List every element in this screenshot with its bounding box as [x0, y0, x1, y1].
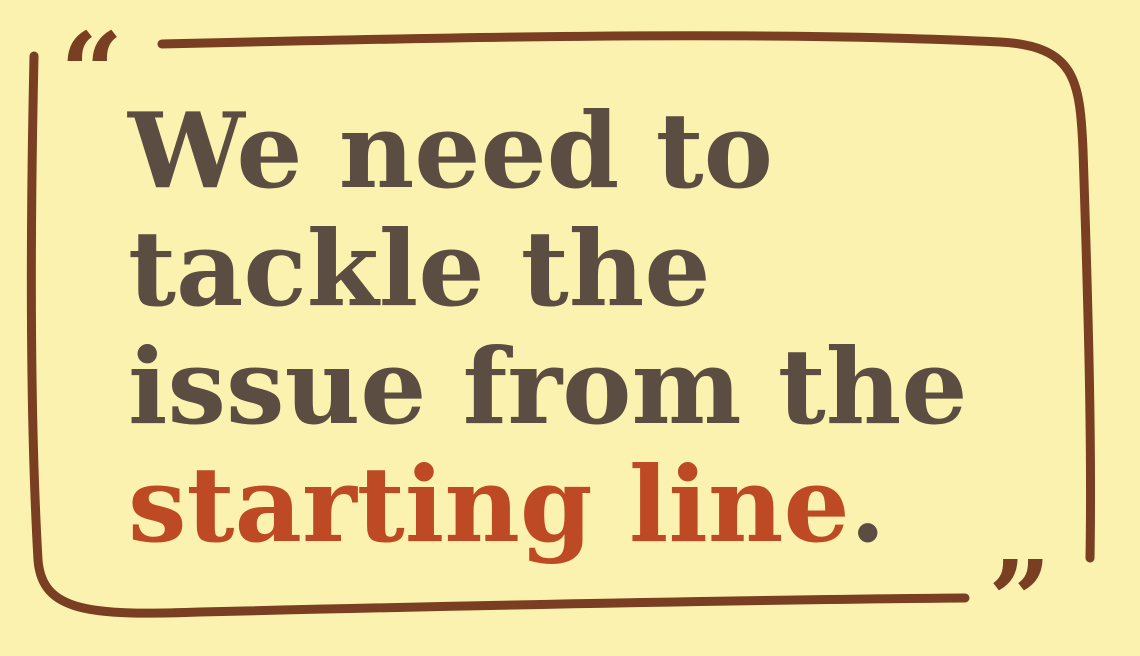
open-quote-icon: “ [60, 8, 124, 137]
quote-line-3: issue from the [128, 325, 968, 448]
quote-period: . [849, 443, 886, 566]
quote-line-4: starting line. [128, 446, 968, 564]
quote-line-2: tackle the [128, 207, 711, 330]
quote-text: We need to tackle the issue from the sta… [128, 92, 968, 564]
close-quote-icon: ” [988, 536, 1052, 656]
quote-card: “ We need to tackle the issue from the s… [0, 0, 1140, 656]
quote-highlight: starting line [128, 443, 850, 566]
quote-line-1: We need to [128, 89, 773, 212]
